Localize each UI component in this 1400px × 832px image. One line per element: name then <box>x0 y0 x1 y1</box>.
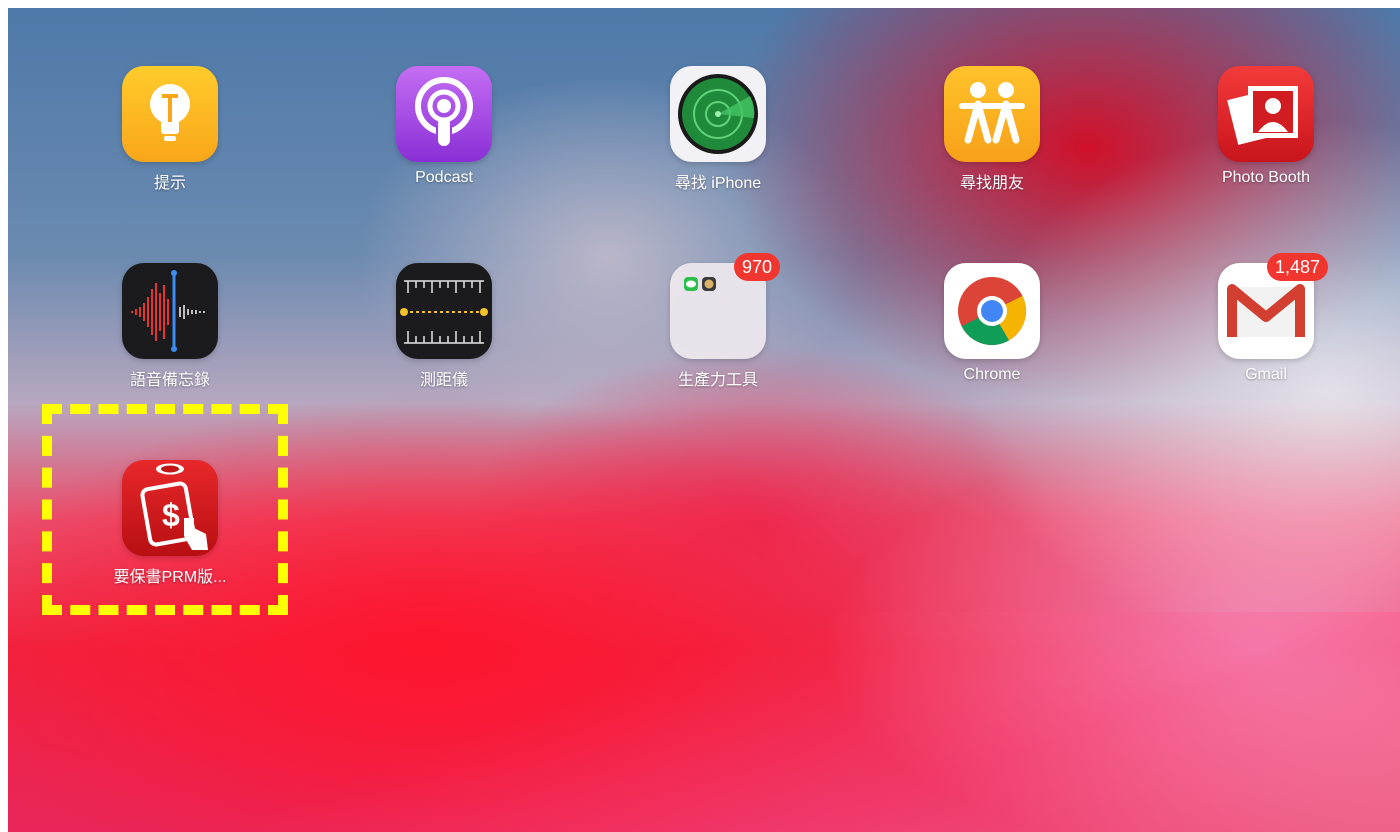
ruler-icon <box>396 263 492 359</box>
radar-icon <box>670 66 766 162</box>
app-find-iphone[interactable]: 尋找 iPhone <box>633 66 803 193</box>
app-tips[interactable]: 提示 <box>85 66 255 193</box>
app-label: 生產力工具 <box>677 372 758 389</box>
home-screen: 提示 Podcast 尋找 iPhone 尋找朋友 Photo Booth 語音… <box>8 8 1400 832</box>
gmail-icon: 1,487 <box>1218 253 1328 359</box>
app-label: 語音備忘錄 <box>129 372 210 389</box>
notification-badge: 970 <box>733 253 780 281</box>
notification-badge: 1,487 <box>1266 253 1328 281</box>
app-chrome[interactable]: Chrome <box>907 263 1077 384</box>
folder-productivity[interactable]: 970 生產力工具 <box>633 253 803 390</box>
voice-memos-icon <box>122 263 218 359</box>
app-label: 要保書PRM版... <box>113 569 227 586</box>
app-find-friends[interactable]: 尋找朋友 <box>907 66 1077 193</box>
app-voice-memos[interactable]: 語音備忘錄 <box>85 263 255 390</box>
app-measure[interactable]: 測距儀 <box>359 263 529 390</box>
app-podcast[interactable]: Podcast <box>359 66 529 187</box>
app-label: Podcast <box>415 169 473 186</box>
folder-icon: 970 <box>670 253 780 359</box>
app-label: Chrome <box>963 366 1021 383</box>
tips-icon <box>122 66 218 162</box>
app-prm[interactable]: $ 要保書PRM版... <box>85 460 255 587</box>
app-label: 尋找朋友 <box>959 175 1024 192</box>
svg-text:$: $ <box>162 497 180 533</box>
app-photo-booth[interactable]: Photo Booth <box>1181 66 1351 187</box>
app-gmail[interactable]: 1,487 Gmail <box>1181 253 1351 384</box>
find-friends-icon <box>944 66 1040 162</box>
app-label: Gmail <box>1245 366 1287 383</box>
app-label: 尋找 iPhone <box>674 175 762 192</box>
app-label: Photo Booth <box>1221 169 1311 186</box>
insurance-app-icon: $ <box>122 460 218 556</box>
app-label: 測距儀 <box>419 372 468 389</box>
photo-booth-icon <box>1218 66 1314 162</box>
app-label: 提示 <box>153 175 186 192</box>
podcast-icon <box>396 66 492 162</box>
chrome-icon <box>944 263 1040 359</box>
